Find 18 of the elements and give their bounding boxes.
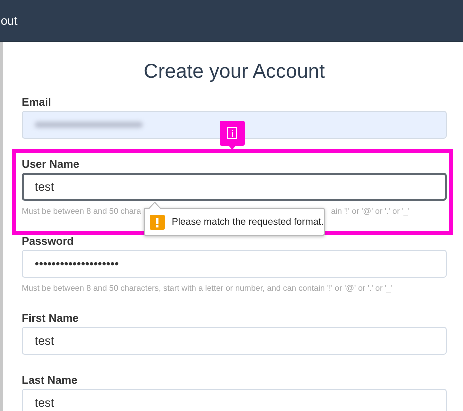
field-label: Email (22, 96, 52, 111)
hint-text: Must be between 8 and 50 chara (22, 206, 142, 218)
field-label: Password (22, 235, 75, 250)
input-field[interactable]: •••••••••••••••••••• (22, 250, 447, 278)
tooltip-message: Please match the requested format. (172, 216, 324, 228)
field-label: Last Name (22, 374, 79, 389)
nav-link[interactable]: out (1, 14, 18, 28)
field-label: First Name (22, 312, 80, 327)
field-label: User Name (22, 158, 80, 173)
warning-icon (150, 214, 165, 230)
input-field[interactable]: test (22, 327, 447, 355)
input-field[interactable] (22, 111, 447, 139)
page-title: Create your Account (142, 60, 326, 85)
hint-text: ain '!' or '@' or '.' or '_' (331, 206, 410, 218)
hint-text: Must be between 8 and 50 characters, start with a letter or number, and can contain '!' or '@' or '.' or '_' (22, 283, 393, 295)
info-marker-icon (220, 121, 245, 151)
input-field[interactable]: test (22, 389, 447, 411)
input-field[interactable]: test (22, 173, 447, 201)
